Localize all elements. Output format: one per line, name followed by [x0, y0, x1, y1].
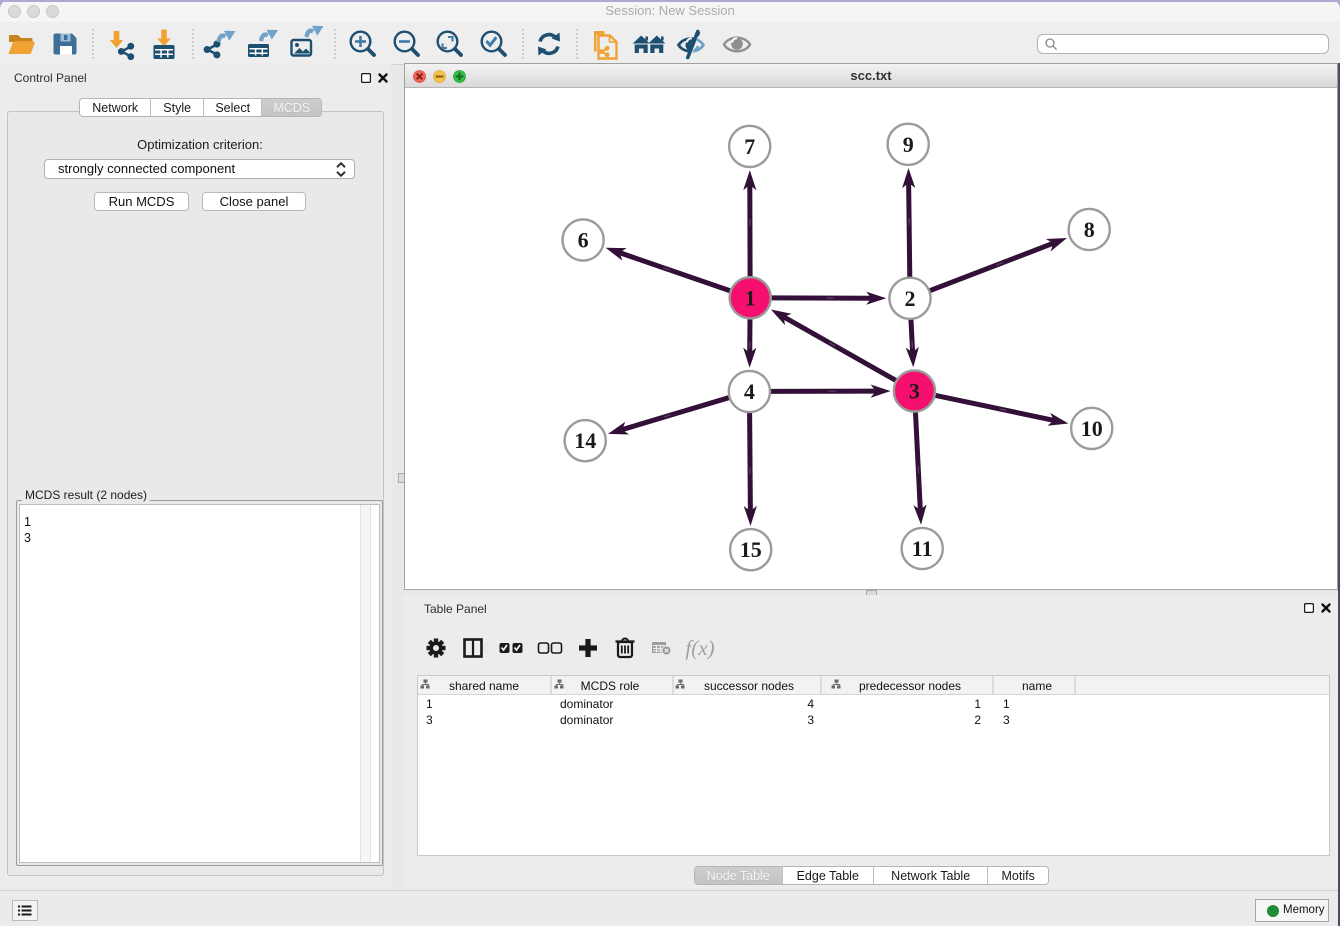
- svg-text:3: 3: [909, 379, 920, 404]
- svg-text:10: 10: [1081, 416, 1103, 441]
- svg-text:6: 6: [578, 228, 589, 253]
- svg-text:2: 2: [905, 286, 916, 311]
- svg-text:8: 8: [1084, 217, 1095, 242]
- svg-text:1: 1: [745, 285, 756, 310]
- svg-text:14: 14: [574, 428, 596, 453]
- svg-text:11: 11: [912, 536, 933, 561]
- svg-text:4: 4: [744, 379, 755, 404]
- svg-text:15: 15: [740, 537, 762, 562]
- svg-text:9: 9: [903, 132, 914, 157]
- svg-text:7: 7: [744, 134, 755, 159]
